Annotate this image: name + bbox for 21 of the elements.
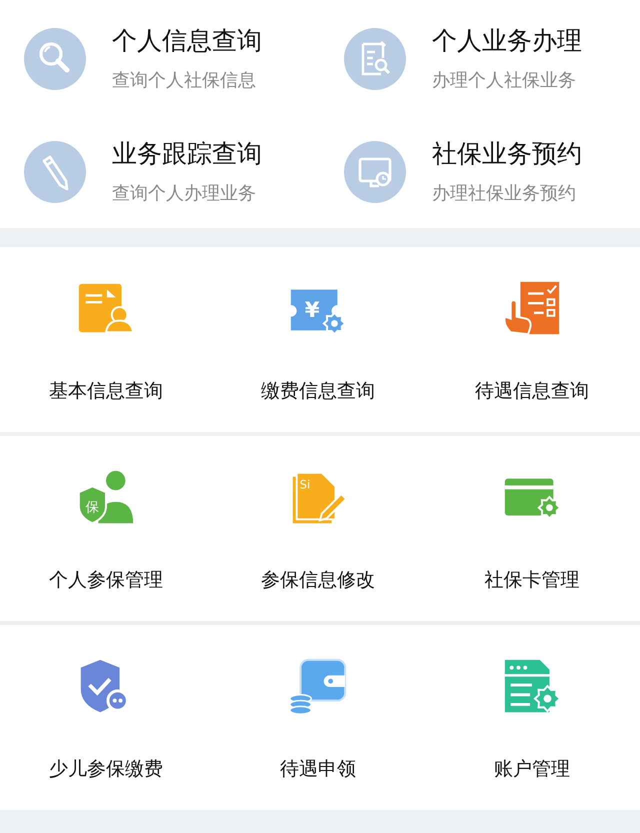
search-icon[interactable] [24, 28, 86, 90]
pencil-icon[interactable] [24, 140, 86, 202]
service-label[interactable]: 个人参保管理 [49, 567, 163, 593]
link-title[interactable]: 社保业务预约 [432, 136, 582, 170]
link-description: 办理社保业务预约 [432, 182, 577, 206]
service-label[interactable]: 参保信息修改 [261, 567, 375, 593]
monitor-clock-icon[interactable] [344, 140, 406, 202]
link-description: 办理个人社保业务 [432, 68, 577, 92]
service-label[interactable]: 待遇申领 [280, 756, 356, 782]
service-label[interactable]: 缴费信息查询 [261, 378, 375, 404]
service-label[interactable]: 基本信息查询 [49, 378, 163, 404]
service-label[interactable]: 少儿参保缴费 [49, 756, 163, 782]
link-title[interactable]: 个人信息查询 [112, 24, 262, 58]
link-title[interactable]: 业务跟踪查询 [112, 136, 262, 170]
link-description: 查询个人办理业务 [112, 182, 257, 206]
link-title[interactable]: 个人业务办理 [432, 24, 582, 58]
service-label[interactable]: 社保卡管理 [484, 567, 580, 593]
service-label[interactable]: 账户管理 [494, 756, 570, 782]
service-label[interactable]: 待遇信息查询 [475, 378, 589, 404]
document-search-icon[interactable] [344, 28, 406, 90]
link-description: 查询个人社保信息 [112, 68, 257, 92]
